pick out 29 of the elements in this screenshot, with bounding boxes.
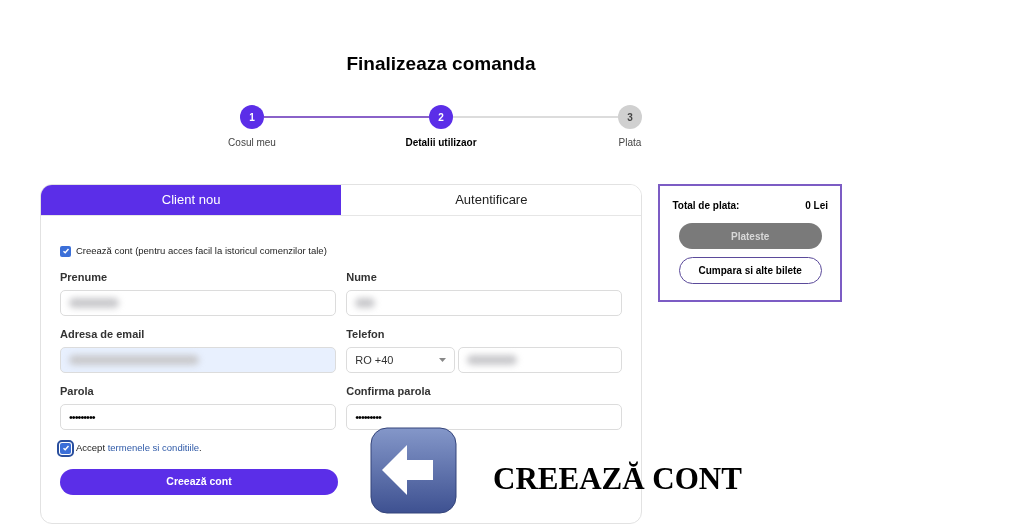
create-account-button[interactable]: Creează cont	[60, 468, 338, 495]
checkbox-label: Creează cont (pentru acces facil la istoricul comenzilor tale)	[76, 244, 327, 258]
phone-field[interactable]	[458, 347, 623, 374]
text-field[interactable]	[346, 290, 623, 317]
field-label: Telefon	[346, 327, 386, 342]
field-label: Parola	[60, 384, 95, 399]
field-label: Confirma parola	[346, 384, 432, 399]
email-field[interactable]	[60, 347, 337, 374]
password-field[interactable]: •••••••••	[346, 404, 623, 431]
annotation-text: CREEAZĂ CONT	[493, 460, 742, 498]
field-label: Prenume	[60, 270, 109, 285]
field-label: Nume	[346, 270, 378, 285]
page-title: Finalizeaza comanda	[346, 52, 536, 76]
step-label: Cosul meu	[228, 136, 276, 150]
step-label: Detalii utilizaor	[405, 136, 477, 150]
buy-more-tickets-button[interactable]: Cumpara si alte bilete	[678, 257, 822, 284]
terms-link[interactable]: termenele si conditiile	[107, 442, 200, 454]
text-field[interactable]	[60, 290, 337, 317]
password-field[interactable]: •••••••••	[60, 404, 337, 431]
terms-text: Accept termenele si conditiile.	[76, 441, 202, 456]
checkbox[interactable]	[60, 442, 71, 454]
caret-icon	[439, 358, 447, 363]
step-label: Plata	[618, 136, 642, 150]
field-label: Adresa de email	[60, 327, 146, 342]
country-code-select[interactable]: RO +40	[346, 347, 456, 374]
checkbox[interactable]	[60, 245, 71, 257]
total-value: 0 Lei	[805, 199, 828, 213]
tab[interactable]: Client nou	[41, 185, 342, 215]
total-label: Total de plata:	[672, 199, 740, 213]
